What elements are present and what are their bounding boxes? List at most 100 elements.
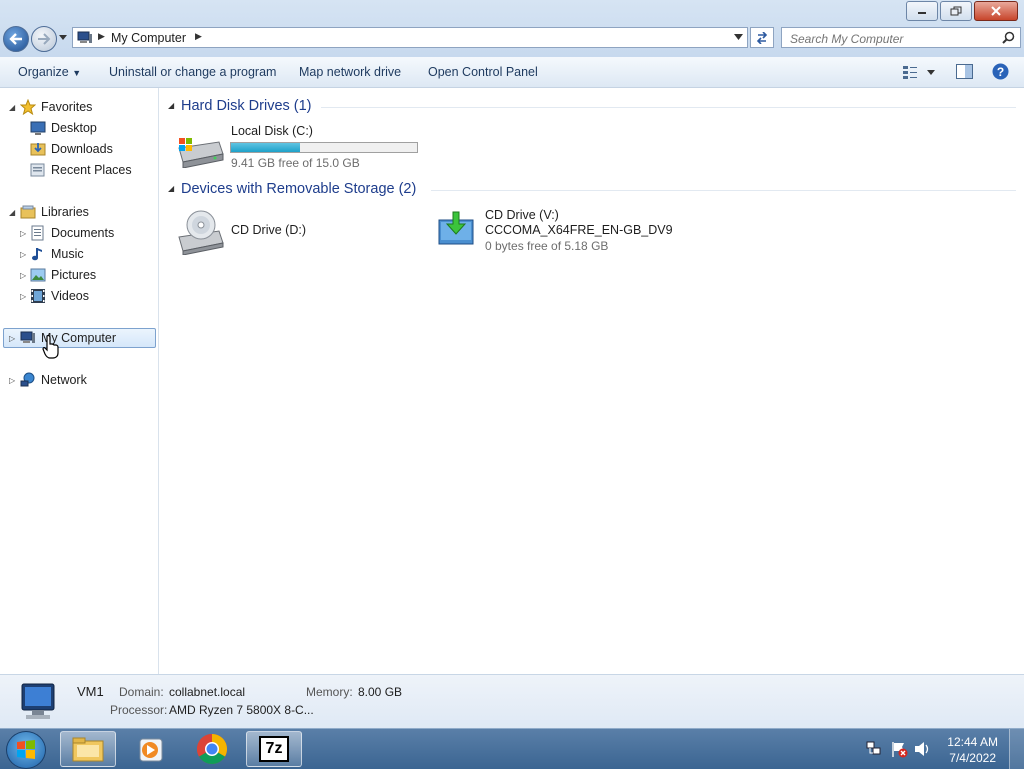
libraries-collapse-icon[interactable]: ◢ (9, 208, 15, 217)
taskbar: 7z 12:44 AM 7/4/2022 (0, 728, 1024, 769)
nav-recent-places[interactable]: Recent Places (30, 160, 132, 180)
taskbar-chrome-button[interactable] (184, 731, 240, 767)
group-divider (321, 107, 1016, 108)
view-dropdown-icon[interactable] (927, 70, 935, 76)
breadcrumb-my-computer[interactable]: My Computer (111, 31, 186, 45)
group-divider (431, 190, 1016, 191)
address-bar[interactable]: ▶ My Computer ▶ (72, 27, 748, 48)
nav-desktop[interactable]: Desktop (30, 118, 97, 138)
organize-menu[interactable]: Organize ▼ (18, 65, 81, 79)
nav-favorites[interactable]: Favorites (20, 97, 92, 117)
hard-disk-group-collapse-icon[interactable]: ◢ (168, 101, 174, 110)
system-clock[interactable]: 12:44 AM 7/4/2022 (947, 734, 998, 766)
computer-expand-icon[interactable]: ▷ (9, 334, 15, 343)
organize-dropdown-icon: ▼ (72, 68, 82, 78)
help-button[interactable]: ? (992, 63, 1009, 83)
show-desktop-button[interactable] (1009, 729, 1024, 769)
desktop-icon (30, 121, 46, 135)
search-box[interactable] (781, 27, 1021, 48)
recent-places-icon (30, 163, 45, 177)
network-expand-icon[interactable]: ▷ (9, 376, 15, 385)
volume-speaker-icon[interactable] (914, 741, 932, 757)
help-icon: ? (992, 63, 1009, 80)
drive-d-name: CD Drive (D:) (231, 223, 306, 237)
taskbar-7zip-button[interactable]: 7z (246, 731, 302, 767)
nav-documents-label: Documents (51, 226, 115, 240)
taskbar-explorer-button[interactable] (60, 731, 116, 767)
svg-text:?: ? (997, 65, 1004, 79)
processor-value: AMD Ryzen 7 5800X 8-C... (169, 703, 314, 717)
drive-v-item[interactable]: CD Drive (V:) CCCOMA_X64FRE_EN-GB_DV9 0 … (437, 206, 697, 256)
pictures-expand-icon[interactable]: ▷ (20, 271, 26, 280)
windows-logo-icon (17, 740, 35, 759)
domain-label: Domain: (119, 685, 164, 699)
music-note-icon (32, 248, 42, 261)
nav-documents[interactable]: Documents (30, 223, 114, 243)
videos-expand-icon[interactable]: ▷ (20, 292, 26, 301)
pictures-icon (30, 268, 46, 282)
chrome-icon (196, 734, 228, 765)
content-pane: ◢ Hard Disk Drives (1) Local Disk (C:) 9… (159, 88, 1024, 674)
drive-v-free-space: 0 bytes free of 5.18 GB (485, 239, 609, 253)
navigation-pane: ◢ Favorites Desktop Downloads Recent Pla… (0, 88, 159, 674)
taskbar-media-player-button[interactable] (122, 731, 178, 767)
removable-group-collapse-icon[interactable]: ◢ (168, 184, 174, 193)
open-control-panel-button[interactable]: Open Control Panel (428, 65, 538, 79)
nav-music[interactable]: Music (30, 244, 84, 264)
nav-libraries[interactable]: Libraries (20, 202, 89, 222)
nav-libraries-label: Libraries (41, 205, 89, 219)
breadcrumb-separator-icon[interactable]: ▶ (98, 31, 105, 42)
media-player-icon (139, 738, 163, 762)
documents-expand-icon[interactable]: ▷ (20, 229, 26, 238)
map-network-drive-button[interactable]: Map network drive (299, 65, 401, 79)
forward-button[interactable] (31, 26, 57, 52)
breadcrumb-chevron-icon[interactable]: ▶ (195, 31, 202, 42)
uninstall-program-button[interactable]: Uninstall or change a program (109, 65, 276, 79)
drive-v-volume-label: CCCOMA_X64FRE_EN-GB_DV9 (485, 223, 673, 237)
preview-pane-button[interactable] (956, 64, 973, 82)
address-dropdown-icon[interactable] (734, 34, 743, 41)
command-bar: Organize ▼ Uninstall or change a program… (0, 57, 1024, 88)
nav-pictures-label: Pictures (51, 268, 97, 282)
nav-pictures[interactable]: Pictures (30, 265, 96, 285)
nav-downloads-label: Downloads (51, 142, 113, 156)
nav-music-label: Music (51, 247, 84, 261)
back-button[interactable] (3, 26, 29, 52)
drive-c-item[interactable]: Local Disk (C:) 9.41 GB free of 15.0 GB (175, 122, 425, 172)
refresh-button[interactable] (750, 27, 774, 48)
nav-network[interactable]: Network (20, 370, 87, 390)
group-header-removable-storage[interactable]: Devices with Removable Storage (2) (181, 181, 416, 197)
group-header-hard-disk-drives[interactable]: Hard Disk Drives (1) (181, 98, 312, 114)
memory-value: 8.00 GB (358, 685, 403, 699)
close-button[interactable] (974, 1, 1018, 21)
drive-c-capacity-bar (230, 142, 418, 153)
cd-drive-icon (178, 210, 224, 255)
nav-videos[interactable]: Videos (30, 286, 89, 306)
search-input[interactable] (788, 30, 1002, 48)
nav-my-computer[interactable]: My Computer (20, 328, 116, 348)
memory-label: Memory: (306, 685, 353, 699)
action-center-flag-icon[interactable] (890, 740, 908, 758)
drive-d-item[interactable]: CD Drive (D:) (175, 206, 375, 256)
search-icon[interactable] (1002, 31, 1015, 44)
drive-c-capacity-fill (231, 143, 300, 152)
dvd-installer-drive-icon (438, 211, 474, 245)
computer-icon (77, 31, 92, 43)
nav-downloads[interactable]: Downloads (30, 139, 113, 159)
videos-film-icon (31, 289, 45, 303)
music-expand-icon[interactable]: ▷ (20, 250, 26, 259)
restore-icon (950, 6, 962, 16)
favorites-collapse-icon[interactable]: ◢ (9, 103, 15, 112)
libraries-icon (20, 205, 36, 219)
maximize-button[interactable] (940, 1, 972, 21)
computer-large-icon (21, 683, 55, 719)
network-tray-icon[interactable] (866, 741, 882, 757)
folder-icon (72, 737, 104, 762)
start-button[interactable] (6, 731, 46, 769)
domain-value: collabnet.local (169, 685, 246, 699)
minimize-button[interactable] (906, 1, 938, 21)
hard-disk-icon (178, 138, 224, 168)
recent-pages-dropdown-icon[interactable] (59, 34, 67, 42)
change-view-button[interactable] (902, 65, 918, 82)
documents-icon (31, 225, 44, 241)
